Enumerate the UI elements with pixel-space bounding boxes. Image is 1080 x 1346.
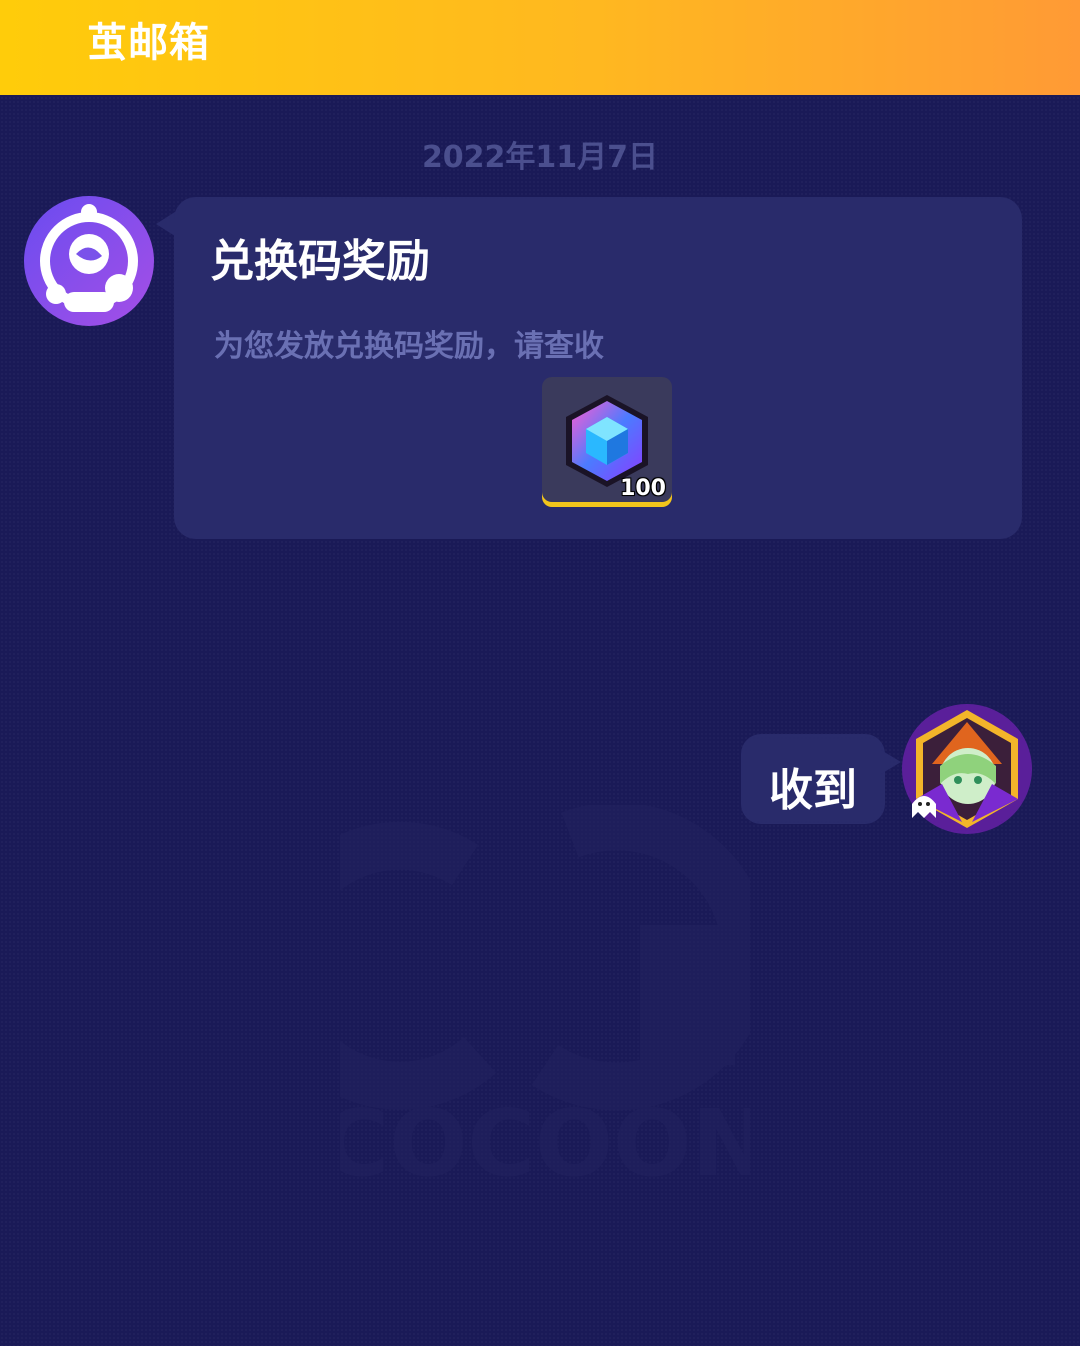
watermark-text: COCOON	[340, 1090, 750, 1195]
reply-bubble-tail	[881, 750, 901, 774]
system-avatar[interactable]	[24, 196, 154, 326]
message-title: 兑换码奖励	[210, 236, 430, 287]
message-date: 2022年11月7日	[421, 140, 659, 175]
cocoon-watermark: COCOON	[340, 805, 750, 1195]
message-body: 为您发放兑换码奖励，请查收	[214, 329, 604, 364]
reward-item-slot[interactable]: 100	[542, 377, 672, 507]
header-bar: 茧邮箱	[0, 0, 1080, 95]
system-message-bubble[interactable]: 兑换码奖励 为您发放兑换码奖励，请查收 100	[174, 197, 1022, 539]
reply-text: 收到	[769, 765, 857, 816]
user-reply-bubble[interactable]: 收到	[741, 734, 885, 824]
user-avatar[interactable]	[902, 704, 1032, 834]
page-title: 茧邮箱	[87, 20, 210, 66]
reward-quantity: 100	[620, 476, 666, 501]
